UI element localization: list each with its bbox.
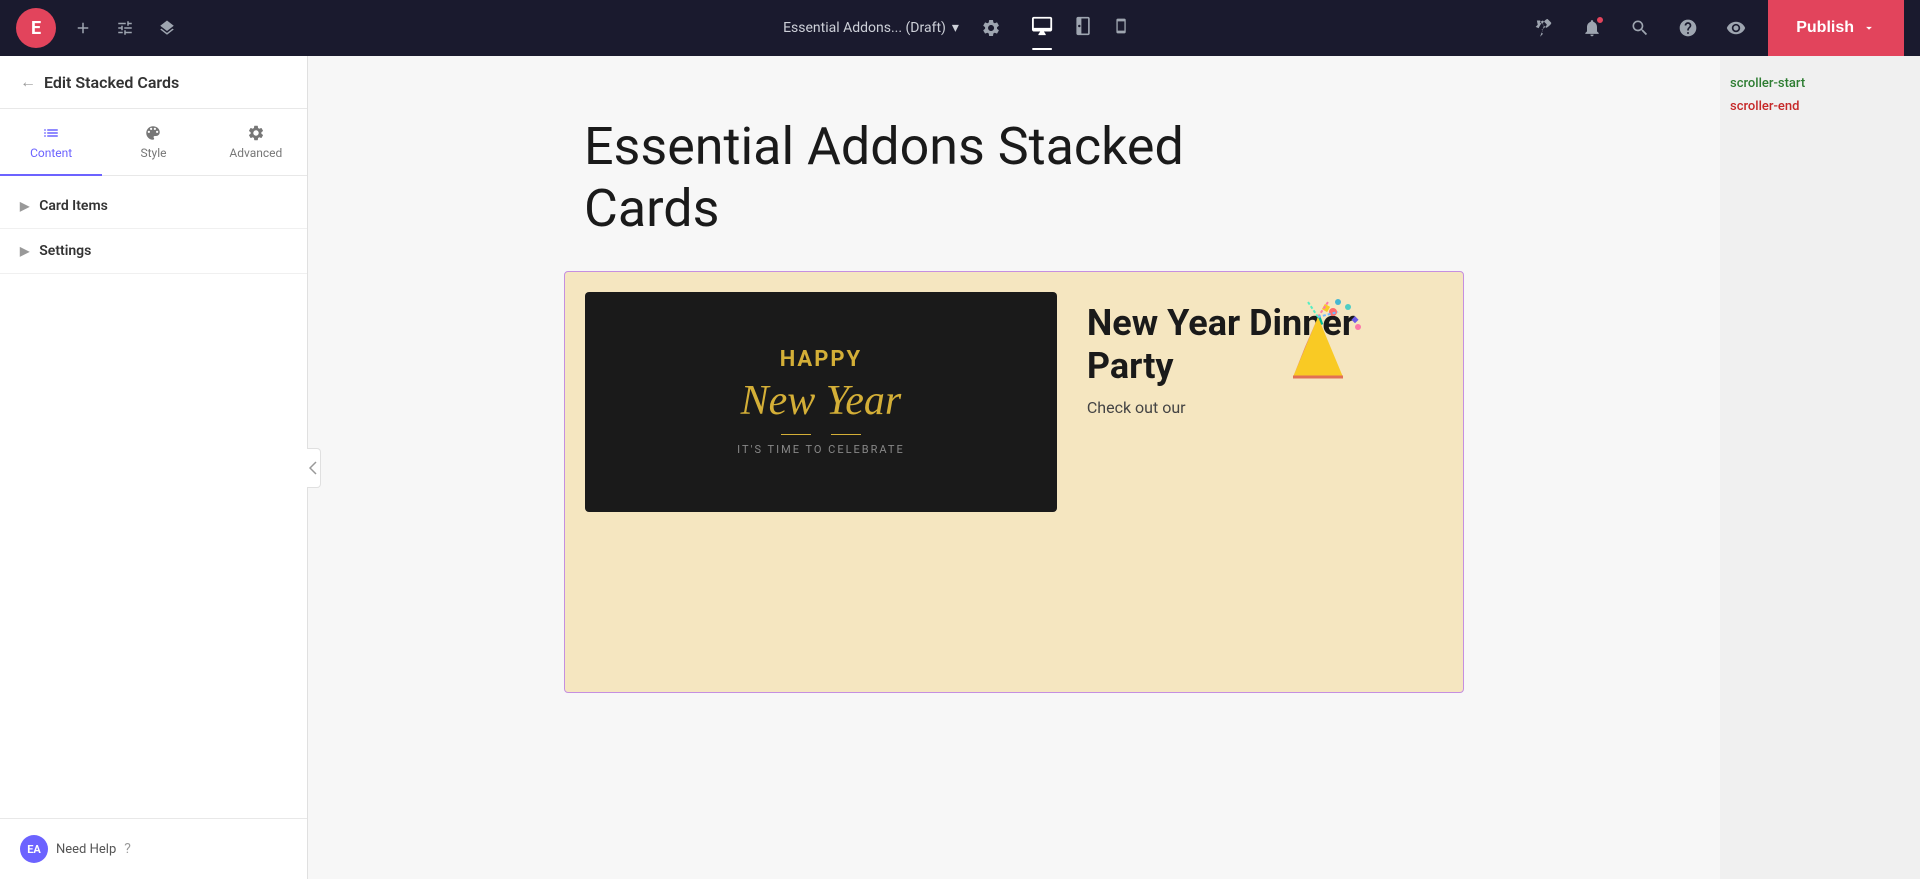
topbar-center: Essential Addons... (Draft) ▾ [783,7,1137,50]
card-items-arrow: ▶ [20,199,29,213]
site-name[interactable]: Essential Addons... (Draft) ▾ [783,20,959,36]
advanced-tab-icon [247,124,265,142]
main-area: ← Edit Stacked Cards Content Style Advan… [0,56,1920,879]
tab-content[interactable]: Content [0,110,102,176]
collapse-sidebar-button[interactable] [307,448,321,488]
scroller-start-label[interactable]: scroller-start [1730,76,1910,91]
canvas-area: Essential Addons Stacked Cards [308,56,1720,879]
desktop-device-button[interactable] [1023,7,1061,50]
search-button[interactable] [1624,12,1656,44]
mobile-device-button[interactable] [1105,7,1137,50]
new-year-script-text: New Year [741,380,902,422]
notifications-button[interactable] [1576,12,1608,44]
help-circle-icon[interactable]: ? [124,841,131,857]
card-image: HAPPY New Year IT'S TIME TO CELEBRATE [585,292,1057,512]
back-arrow-icon[interactable]: ← [20,72,36,92]
customize-button[interactable] [110,13,140,43]
topbar-left: E [16,8,182,48]
tablet-device-button[interactable] [1065,7,1101,50]
settings-arrow: ▶ [20,244,29,258]
layers-button[interactable] [152,13,182,43]
preview-button[interactable] [1720,12,1752,44]
right-panel: scroller-start scroller-end [1720,56,1920,879]
content-tab-label: Content [30,146,72,160]
tab-style[interactable]: Style [102,110,204,176]
settings-gear-button[interactable] [975,12,1007,44]
card-items-label: Card Items [39,198,108,214]
card-image-section: HAPPY New Year IT'S TIME TO CELEBRATE [585,292,1057,512]
celebrate-text: IT'S TIME TO CELEBRATE [737,443,905,456]
publish-button[interactable]: Publish [1768,0,1904,56]
sidebar-content: ▶ Card Items ▶ Settings [0,176,307,818]
help-button[interactable] [1672,12,1704,44]
burst-decoration [781,434,861,435]
happy-text: HAPPY [780,347,863,372]
settings-header[interactable]: ▶ Settings [0,229,307,273]
scroller-end-label[interactable]: scroller-end [1730,99,1910,114]
ea-badge: EA [20,835,48,863]
party-popper-icon [1263,297,1363,407]
sidebar-footer: EA Need Help ? [0,818,307,879]
settings-label: Settings [39,243,91,259]
card-items-section: ▶ Card Items [0,184,307,229]
topbar-right: Publish [1528,0,1904,56]
left-sidebar: ← Edit Stacked Cards Content Style Advan… [0,56,308,879]
sidebar-header: ← Edit Stacked Cards [0,56,307,109]
page-main-title: Essential Addons Stacked Cards [584,116,1464,241]
sidebar-tabs: Content Style Advanced [0,109,307,176]
style-tab-icon [144,124,162,142]
page-title-section: Essential Addons Stacked Cards [564,116,1464,241]
tab-advanced[interactable]: Advanced [205,110,307,176]
card-items-header[interactable]: ▶ Card Items [0,184,307,228]
content-tab-icon [42,124,60,142]
style-tab-label: Style [140,146,166,160]
canvas-content: Essential Addons Stacked Cards [564,116,1464,819]
advanced-tab-label: Advanced [229,146,282,160]
elementor-logo[interactable]: E [16,8,56,48]
add-element-button[interactable] [68,13,98,43]
stacked-card-widget[interactable]: HAPPY New Year IT'S TIME TO CELEBRATE [564,271,1464,693]
need-help-link[interactable]: Need Help [56,842,116,857]
rocket-icon-button[interactable] [1528,12,1560,44]
card-text-section: New Year Dinner Party Check out our [1057,292,1443,420]
settings-section: ▶ Settings [0,229,307,274]
topbar: E Essential Addons... (Draft) ▾ [0,0,1920,56]
device-switcher [1023,7,1137,50]
edit-title: Edit Stacked Cards [44,73,179,92]
